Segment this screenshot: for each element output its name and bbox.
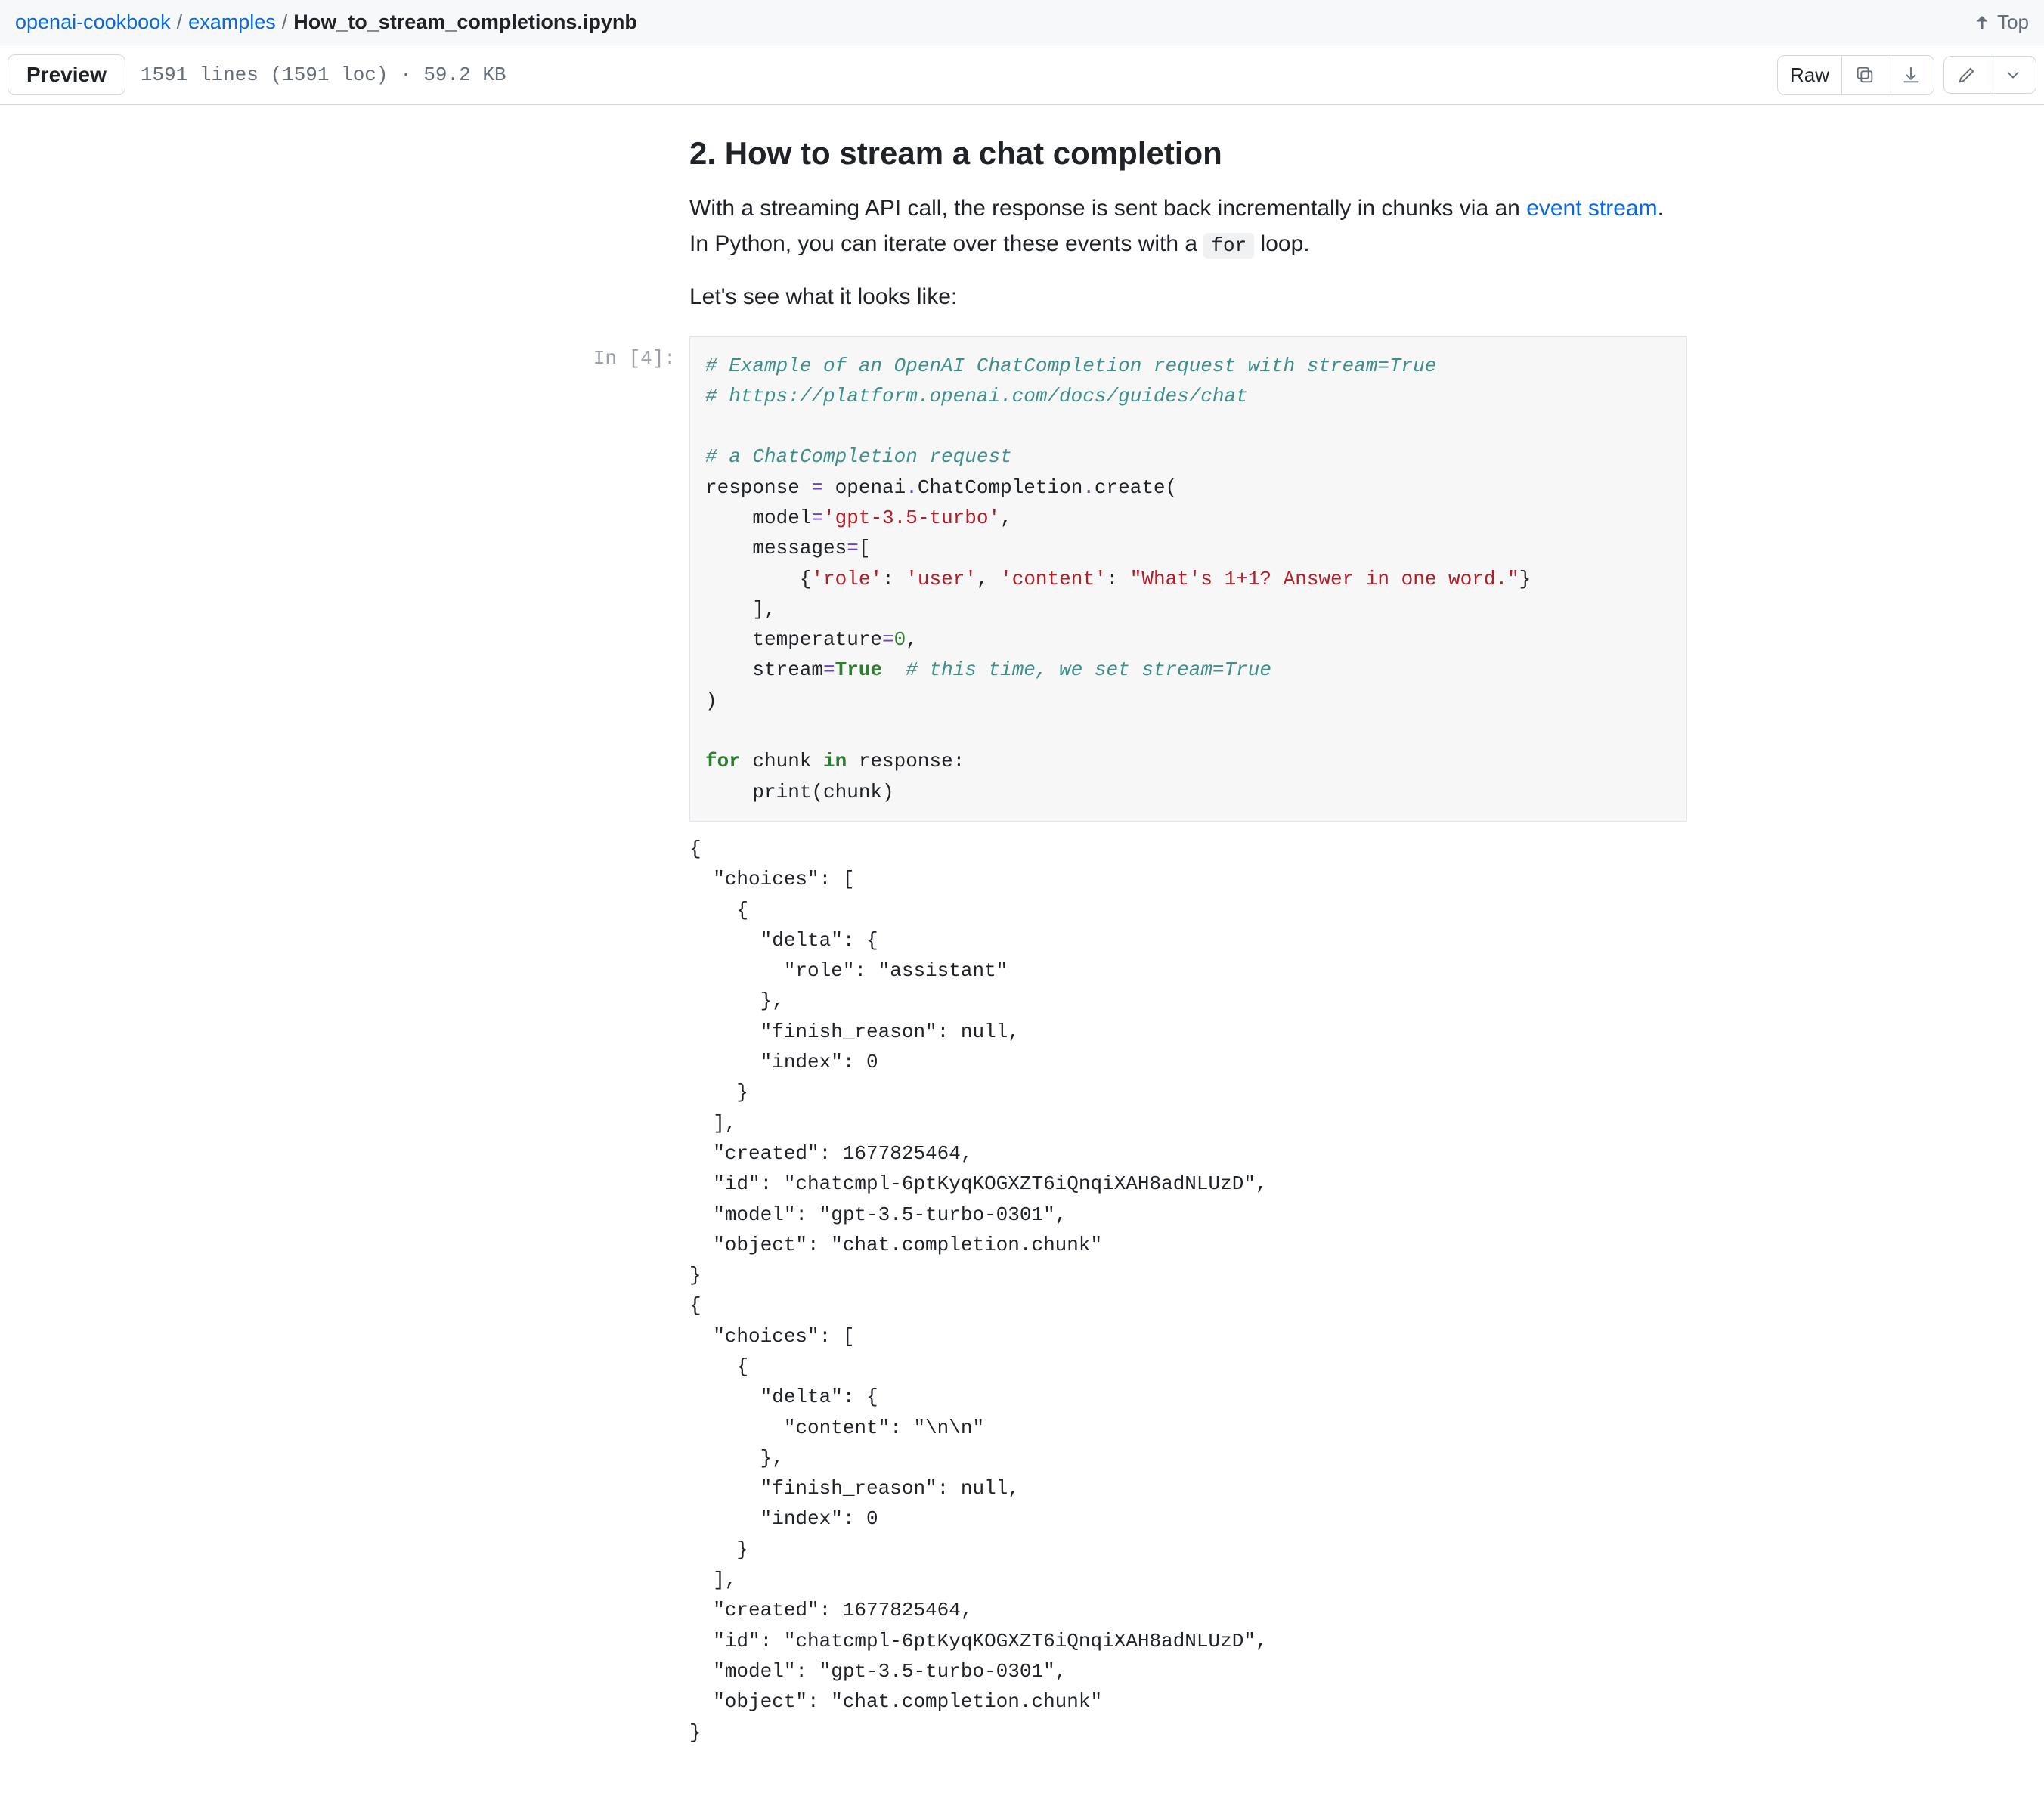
code-token: print(chunk) <box>705 781 894 804</box>
edit-button[interactable] <box>1944 57 1990 93</box>
toolbar-left: Preview 1591 lines (1591 loc) · 59.2 KB <box>8 54 506 95</box>
code-token: True <box>835 658 882 681</box>
arrow-up-icon <box>1973 14 1991 32</box>
chevron-down-icon <box>2002 64 2024 85</box>
code-token: response: <box>847 750 965 773</box>
raw-button[interactable]: Raw <box>1778 56 1842 94</box>
para-text: With a streaming API call, the response … <box>689 196 1526 221</box>
code-token: = <box>823 658 835 681</box>
preview-button[interactable]: Preview <box>8 54 125 95</box>
code-pre: # Example of an OpenAI ChatCompletion re… <box>705 351 1671 807</box>
code-comment: # Example of an OpenAI ChatCompletion re… <box>705 355 1436 377</box>
code-comment: # this time, we set stream=True <box>906 658 1271 681</box>
raw-button-group: Raw <box>1777 55 1934 95</box>
breadcrumb-sep: / <box>282 11 288 34</box>
more-actions-button[interactable] <box>1990 57 2036 93</box>
file-meta: 1591 lines (1591 loc) · 59.2 KB <box>141 63 506 86</box>
code-token: for <box>705 750 741 773</box>
cell-prompt: In [4]: <box>357 336 689 370</box>
code-token: response <box>705 476 811 499</box>
para-text: loop. <box>1254 231 1309 256</box>
code-token <box>882 658 906 681</box>
code-token: 'gpt-3.5-turbo' <box>823 506 1000 529</box>
code-comment: # a ChatCompletion request <box>705 445 1012 468</box>
code-token: . <box>1082 476 1095 499</box>
breadcrumb-sep: / <box>177 11 183 34</box>
pencil-icon <box>1956 64 1977 85</box>
breadcrumb-repo[interactable]: openai-cookbook <box>15 11 171 34</box>
code-token: [ <box>859 537 871 559</box>
event-stream-link[interactable]: event stream <box>1526 196 1657 221</box>
code-token: "What's 1+1? Answer in one word." <box>1130 568 1519 590</box>
code-block: # Example of an OpenAI ChatCompletion re… <box>689 336 1687 822</box>
code-token: = <box>882 628 894 651</box>
breadcrumb-folder[interactable]: examples <box>188 11 276 34</box>
code-cell: In [4]: # Example of an OpenAI ChatCompl… <box>357 336 1687 822</box>
code-token: : <box>1107 568 1130 590</box>
output-cell: { "choices": [ { "delta": { "role": "ass… <box>357 834 1687 1748</box>
download-icon <box>1900 64 1922 85</box>
code-token: = <box>847 537 859 559</box>
code-comment: # https://platform.openai.com/docs/guide… <box>705 385 1248 407</box>
code-token: 'content' <box>1000 568 1106 590</box>
code-token: . <box>906 476 918 499</box>
code-token: stream <box>705 658 823 681</box>
code-token: 0 <box>894 628 906 651</box>
download-button[interactable] <box>1888 57 1934 93</box>
code-token: 'user' <box>906 568 977 590</box>
notebook-content: 2. How to stream a chat completion With … <box>357 105 1687 1793</box>
code-token: , <box>1000 506 1012 529</box>
code-token: create( <box>1095 476 1177 499</box>
code-token: messages <box>705 537 847 559</box>
code-token: temperature <box>705 628 882 651</box>
breadcrumb-file: How_to_stream_completions.ipynb <box>293 11 637 34</box>
edit-button-group <box>1943 56 2036 94</box>
inline-code-for: for <box>1203 233 1254 259</box>
copy-icon <box>1854 64 1875 85</box>
code-token: in <box>823 750 847 773</box>
code-token: model <box>705 506 811 529</box>
breadcrumb-bar: openai-cookbook / examples / How_to_stre… <box>0 0 2044 45</box>
code-token: } <box>1519 568 1531 590</box>
code-token: chunk <box>741 750 823 773</box>
paragraph-intro: With a streaming API call, the response … <box>357 191 1687 262</box>
code-token: = <box>811 506 823 529</box>
code-token: = <box>811 476 823 499</box>
toolbar-right: Raw <box>1777 55 2036 95</box>
code-token: , <box>906 628 918 651</box>
code-token: ) <box>705 689 717 712</box>
output-prompt-spacer <box>357 834 689 844</box>
code-token: , <box>977 568 1000 590</box>
breadcrumb: openai-cookbook / examples / How_to_stre… <box>15 11 637 34</box>
code-token: ], <box>705 598 776 621</box>
file-toolbar: Preview 1591 lines (1591 loc) · 59.2 KB … <box>0 45 2044 105</box>
output-block: { "choices": [ { "delta": { "role": "ass… <box>689 834 1687 1748</box>
code-token: 'role' <box>811 568 882 590</box>
top-link-label: Top <box>1997 11 2029 34</box>
top-link[interactable]: Top <box>1973 11 2029 34</box>
section-heading: 2. How to stream a chat completion <box>357 135 1687 172</box>
paragraph-lead: Let's see what it looks like: <box>357 280 1687 315</box>
copy-button[interactable] <box>1842 57 1888 93</box>
code-token: { <box>705 568 811 590</box>
code-token: : <box>882 568 906 590</box>
code-token: openai <box>823 476 906 499</box>
code-token: ChatCompletion <box>918 476 1082 499</box>
